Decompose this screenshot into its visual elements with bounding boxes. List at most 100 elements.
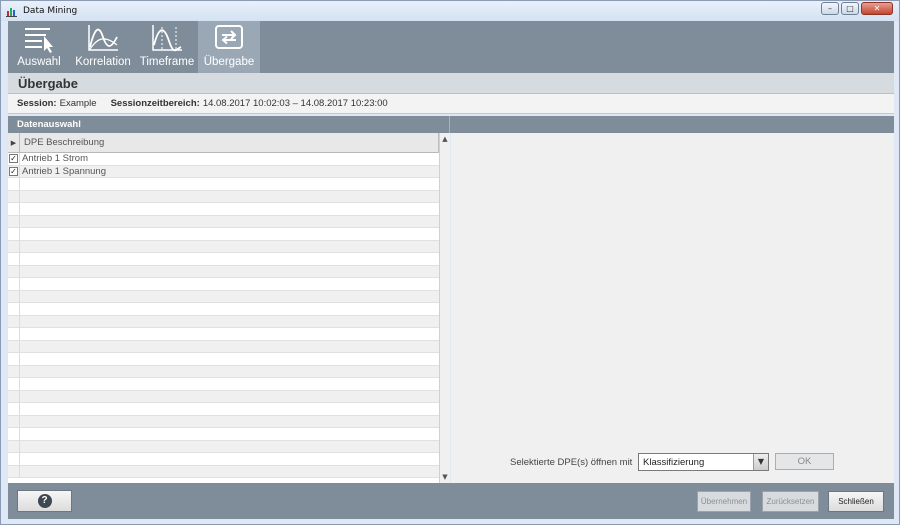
footer-bar: ? Übernehmen Zurücksetzen Schließen bbox=[8, 483, 894, 519]
row-checkbox-cell bbox=[8, 228, 20, 240]
data-selection-title: Datenauswahl bbox=[17, 119, 81, 130]
table-row[interactable] bbox=[8, 215, 439, 228]
table-row[interactable] bbox=[8, 303, 439, 316]
correlation-curve-icon bbox=[88, 25, 118, 51]
row-checkbox-cell bbox=[8, 353, 20, 365]
row-checkbox-cell bbox=[8, 365, 20, 377]
column-dpe-beschreibung[interactable]: DPE Beschreibung bbox=[20, 132, 439, 153]
table-row[interactable] bbox=[8, 190, 439, 203]
handover-arrows-icon bbox=[215, 25, 243, 49]
reset-button[interactable]: Zurücksetzen bbox=[762, 491, 819, 512]
tab-uebergabe[interactable]: Übergabe bbox=[198, 21, 260, 73]
table-row[interactable]: ✓ Antrieb 1 Strom bbox=[8, 153, 439, 166]
row-checkbox-cell bbox=[8, 378, 20, 390]
table-row[interactable] bbox=[8, 378, 439, 391]
tab-uebergabe-label: Übergabe bbox=[203, 56, 255, 68]
row-checkbox-cell bbox=[8, 253, 20, 265]
bar-chart-app-icon bbox=[6, 5, 18, 17]
row-checkbox-cell: ✓ bbox=[8, 165, 20, 177]
row-checkbox-cell bbox=[8, 403, 20, 415]
table-row[interactable] bbox=[8, 278, 439, 291]
tab-auswahl[interactable]: Auswahl bbox=[8, 21, 70, 73]
open-with-panel: Selektierte DPE(s) öffnen mit Klassifizi… bbox=[451, 133, 894, 483]
tab-timeframe-label: Timeframe bbox=[139, 56, 195, 68]
row-checkbox-cell bbox=[8, 178, 20, 190]
session-label: Session: bbox=[17, 98, 57, 109]
row-label: Antrieb 1 Strom bbox=[22, 153, 88, 165]
row-checkbox-cell bbox=[8, 265, 20, 277]
session-info-bar: Session: Example Sessionzeitbereich: 14.… bbox=[8, 94, 894, 114]
row-checkbox-cell bbox=[8, 290, 20, 302]
table-row[interactable] bbox=[8, 228, 439, 241]
dpe-table-panel: ▶ DPE Beschreibung ✓ Antrieb 1 Strom ✓ Antr… bbox=[8, 132, 450, 483]
data-selection-header: Datenauswahl bbox=[8, 116, 894, 133]
row-checkbox-cell bbox=[8, 415, 20, 427]
row-checkbox-cell bbox=[8, 190, 20, 202]
table-row[interactable] bbox=[8, 428, 439, 441]
row-label: Antrieb 1 Spannung bbox=[22, 165, 106, 177]
scroll-up-icon[interactable]: ▲ bbox=[440, 133, 450, 145]
close-button[interactable]: Schließen bbox=[828, 491, 884, 512]
app-window: Data Mining – □ ✕ Auswahl Korrelation Ti… bbox=[0, 0, 900, 525]
table-row[interactable] bbox=[8, 328, 439, 341]
table-row[interactable] bbox=[8, 353, 439, 366]
table-row[interactable] bbox=[8, 240, 439, 253]
session-value: Example bbox=[59, 98, 97, 109]
tab-auswahl-label: Auswahl bbox=[17, 56, 61, 68]
row-checkbox-cell bbox=[8, 203, 20, 215]
dpe-table-rows: ✓ Antrieb 1 Strom ✓ Antrieb 1 Spannung bbox=[8, 153, 439, 483]
table-row[interactable] bbox=[8, 415, 439, 428]
row-checkbox[interactable]: ✓ bbox=[9, 166, 18, 176]
open-with-select[interactable]: Klassifizierung ▼ bbox=[638, 453, 769, 471]
tab-korrelation-label: Korrelation bbox=[75, 56, 131, 68]
main-toolbar: Auswahl Korrelation Timeframe Übergabe bbox=[8, 21, 894, 73]
apply-button[interactable]: Übernehmen bbox=[697, 491, 751, 512]
row-checkbox-cell bbox=[8, 315, 20, 327]
minimize-icon[interactable]: – bbox=[821, 2, 839, 15]
row-checkbox-cell bbox=[8, 453, 20, 465]
open-with-selected: Klassifizierung bbox=[643, 456, 705, 468]
table-row[interactable] bbox=[8, 253, 439, 266]
table-row[interactable] bbox=[8, 340, 439, 353]
row-checkbox[interactable]: ✓ bbox=[9, 154, 18, 164]
row-checkbox-cell bbox=[8, 440, 20, 452]
row-checkbox-cell: ✓ bbox=[8, 153, 20, 165]
scroll-down-icon[interactable]: ▼ bbox=[440, 471, 450, 483]
title-bar[interactable]: Data Mining – □ ✕ bbox=[1, 1, 899, 21]
row-checkbox-cell bbox=[8, 240, 20, 252]
page-title: Übergabe bbox=[8, 73, 894, 94]
table-row[interactable] bbox=[8, 290, 439, 303]
window-title: Data Mining bbox=[23, 6, 78, 16]
close-icon[interactable]: ✕ bbox=[861, 2, 893, 15]
expand-arrow-icon[interactable]: ▶ bbox=[8, 132, 20, 153]
window-controls: – □ ✕ bbox=[821, 2, 893, 15]
table-row[interactable] bbox=[8, 315, 439, 328]
row-checkbox-cell bbox=[8, 328, 20, 340]
table-row[interactable] bbox=[8, 453, 439, 466]
table-row[interactable] bbox=[8, 440, 439, 453]
ok-button[interactable]: OK bbox=[775, 453, 834, 470]
table-header: ▶ DPE Beschreibung bbox=[8, 132, 439, 153]
row-checkbox-cell bbox=[8, 340, 20, 352]
row-checkbox-cell bbox=[8, 278, 20, 290]
tab-korrelation[interactable]: Korrelation bbox=[70, 21, 136, 73]
table-row[interactable] bbox=[8, 403, 439, 416]
session-range-value: 14.08.2017 10:02:03 – 14.08.2017 10:23:0… bbox=[202, 98, 388, 109]
table-row[interactable]: ✓ Antrieb 1 Spannung bbox=[8, 165, 439, 178]
table-scrollbar[interactable]: ▲ ▼ bbox=[439, 133, 450, 483]
table-row[interactable] bbox=[8, 265, 439, 278]
table-row[interactable] bbox=[8, 465, 439, 478]
timeframe-curve-icon bbox=[152, 25, 182, 52]
maximize-icon[interactable]: □ bbox=[841, 2, 859, 15]
open-with-label: Selektierte DPE(s) öffnen mit bbox=[510, 457, 633, 468]
table-row[interactable] bbox=[8, 178, 439, 191]
row-checkbox-cell bbox=[8, 303, 20, 315]
table-row[interactable] bbox=[8, 203, 439, 216]
table-row[interactable] bbox=[8, 390, 439, 403]
dropdown-arrow-icon[interactable]: ▼ bbox=[753, 454, 768, 470]
selection-list-icon bbox=[25, 28, 53, 53]
tab-timeframe[interactable]: Timeframe bbox=[136, 21, 198, 73]
help-button[interactable]: ? bbox=[17, 490, 72, 512]
row-checkbox-cell bbox=[8, 428, 20, 440]
table-row[interactable] bbox=[8, 365, 439, 378]
